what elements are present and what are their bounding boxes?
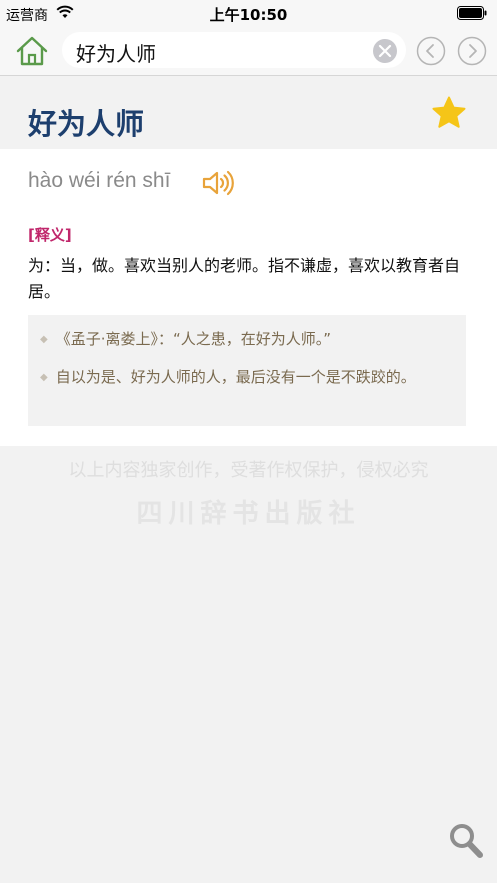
- navigation-bar: 好为人师: [0, 26, 497, 76]
- entry-title: 好为人师: [28, 107, 145, 141]
- example-item: ◆ 《孟子·离娄上》：“人之患，在好为人师。”: [40, 327, 456, 352]
- battery-icon: [457, 6, 487, 20]
- examples-box: ◆ 《孟子·离娄上》：“人之患，在好为人师。” ◆ 自以为是、好为人师的人，最后没有…: [28, 315, 466, 426]
- definition-section-label: [释义]: [28, 226, 72, 244]
- pinyin-text: hào wéi rén shī: [28, 169, 171, 192]
- chevron-right-icon[interactable]: [457, 36, 487, 66]
- search-icon[interactable]: [448, 822, 484, 860]
- definition-text: 为：当，做。喜欢当别人的老师。指不谦虚，喜欢以教育者自居。: [28, 256, 461, 301]
- entry-header: 好为人师: [0, 77, 497, 149]
- publisher-watermark: 四川辞书出版社: [136, 499, 361, 529]
- status-bar: 运营商 上午10:50: [0, 0, 497, 26]
- copyright-notice: 以上内容独家创作，受著作权保护，侵权必究: [68, 460, 429, 481]
- star-icon[interactable]: [431, 95, 467, 131]
- search-field[interactable]: 好为人师: [62, 32, 406, 68]
- diamond-bullet-icon: ◆: [40, 334, 48, 345]
- search-input[interactable]: 好为人师: [76, 38, 156, 67]
- speaker-icon[interactable]: [201, 169, 235, 197]
- chevron-left-icon[interactable]: [416, 36, 446, 66]
- clear-icon[interactable]: [372, 38, 398, 64]
- home-icon[interactable]: [14, 34, 50, 68]
- status-time: 上午10:50: [209, 6, 288, 24]
- example-text: 《孟子·离娄上》：“人之患，在好为人师。”: [55, 330, 332, 348]
- diamond-bullet-icon: ◆: [40, 372, 48, 383]
- definition-card: hào wéi rén shī [释义] 为：当，做。喜欢当别人的老师。指不谦虚…: [0, 149, 497, 446]
- example-text: 自以为是、好为人师的人，最后没有一个是不跌跤的。: [55, 368, 416, 386]
- example-item: ◆ 自以为是、好为人师的人，最后没有一个是不跌跤的。: [40, 365, 456, 390]
